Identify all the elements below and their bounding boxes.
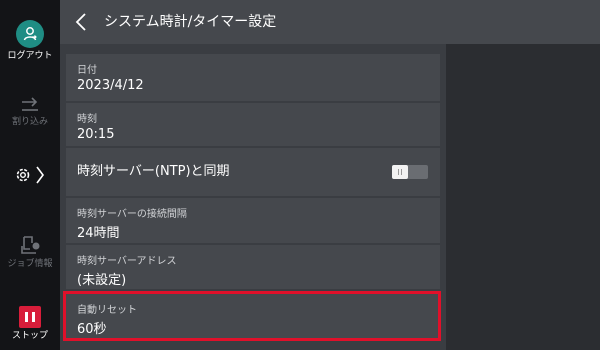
page-title: システム時計/タイマー設定	[104, 14, 277, 30]
settings-list: 日付 2023/4/12 時刻 20:15 時刻サーバー(NTP)と同期 時刻サ…	[60, 44, 446, 350]
connect-interval-label: 時刻サーバーの接続間隔	[77, 209, 187, 220]
logout-label: ログアウト	[7, 51, 53, 61]
date-label: 日付	[77, 65, 97, 76]
ntp-sync-row[interactable]: 時刻サーバー(NTP)と同期	[66, 148, 440, 196]
connect-interval-row[interactable]: 時刻サーバーの接続間隔 24時間	[66, 198, 440, 243]
time-label: 時刻	[77, 114, 97, 125]
job-status-button[interactable]: ジョブ情報	[0, 234, 60, 270]
stop-icon	[19, 306, 41, 328]
time-row[interactable]: 時刻 20:15	[66, 103, 440, 146]
time-value: 20:15	[77, 127, 115, 142]
job-status-label: ジョブ情報	[7, 259, 53, 269]
left-rail: ログアウト 割り込み ジョブ情報 ストップ	[0, 0, 60, 350]
server-address-label: 時刻サーバーアドレス	[77, 256, 177, 267]
ntp-sync-label: 時刻サーバー(NTP)と同期	[77, 164, 230, 179]
job-status-icon	[21, 236, 40, 254]
interrupt-label: 割り込み	[11, 117, 48, 127]
connect-interval-value: 24時間	[77, 226, 120, 241]
auto-reset-row[interactable]: 自動リセット 60秒	[66, 294, 440, 338]
stop-button[interactable]: ストップ	[0, 306, 60, 342]
date-value: 2023/4/12	[77, 78, 144, 93]
logout-icon	[16, 20, 44, 48]
header-bar: システム時計/タイマー設定	[60, 0, 600, 44]
logout-button[interactable]: ログアウト	[0, 20, 60, 62]
interrupt-button[interactable]: 割り込み	[0, 96, 60, 128]
back-icon[interactable]	[74, 12, 88, 32]
server-address-value: (未設定)	[77, 273, 127, 288]
server-address-row[interactable]: 時刻サーバーアドレス (未設定)	[66, 245, 440, 289]
toggle-knob	[392, 165, 408, 179]
interrupt-icon	[22, 97, 38, 111]
date-row[interactable]: 日付 2023/4/12	[66, 54, 440, 101]
stop-label: ストップ	[11, 331, 48, 341]
right-pane	[446, 44, 600, 350]
auto-reset-label: 自動リセット	[77, 305, 137, 316]
settings-nav-button[interactable]	[0, 164, 60, 189]
auto-reset-value: 60秒	[77, 322, 107, 337]
ntp-sync-toggle[interactable]	[392, 165, 428, 179]
gear-icon	[16, 166, 44, 184]
